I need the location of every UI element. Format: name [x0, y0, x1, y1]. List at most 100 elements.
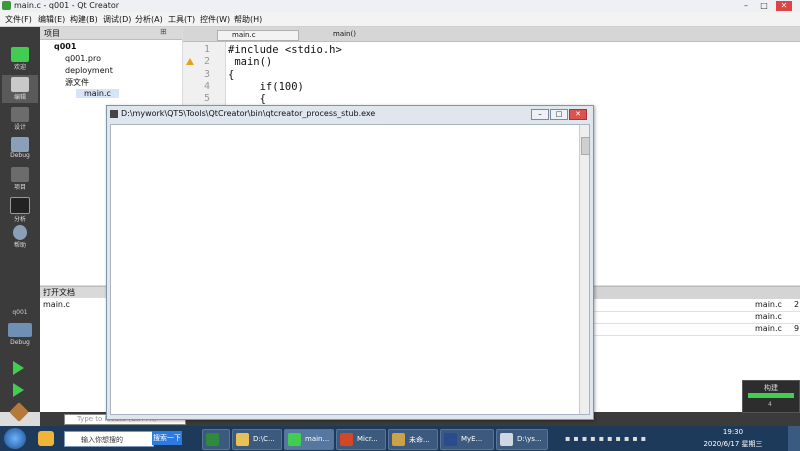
start-button[interactable] — [4, 428, 26, 449]
issue-file: main.c — [755, 324, 782, 333]
show-desktop-button[interactable] — [788, 426, 800, 451]
tree-item-sources[interactable]: 源文件 — [65, 77, 89, 88]
taskbar-item-label: MyE... — [461, 435, 483, 443]
powerpoint-icon — [340, 433, 353, 446]
mode-debug[interactable]: Debug — [2, 135, 38, 163]
mode-analyze[interactable]: 分析 — [2, 195, 38, 223]
kit-config-label: Debug — [10, 339, 30, 346]
tree-item-main-c[interactable]: main.c — [76, 89, 119, 98]
mode-design[interactable]: 设计 — [2, 105, 38, 133]
taskbar-item-excel[interactable] — [202, 429, 230, 450]
maximize-button[interactable]: □ — [756, 1, 772, 11]
tree-item-deployment[interactable]: deployment — [65, 66, 113, 75]
document-tab[interactable]: main.c — [217, 30, 299, 41]
console-close-button[interactable]: ✕ — [569, 109, 587, 120]
taskbar-item-label: Micr... — [357, 435, 378, 443]
menu-tools[interactable]: 工具(T) — [168, 14, 195, 25]
build-label: 构建 — [764, 384, 778, 392]
qt-app-icon — [2, 1, 11, 10]
window-title: main.c - q001 - Qt Creator — [14, 1, 120, 10]
taskbar-item-powerpoint[interactable]: Micr... — [336, 429, 386, 450]
filter-icon[interactable]: ⊞ — [160, 27, 167, 36]
paint-icon — [392, 433, 405, 446]
tree-item-pro[interactable]: q001.pro — [65, 54, 101, 63]
taskbar-item-explorer[interactable]: D:\C... — [232, 429, 282, 450]
issue-file: main.c — [755, 312, 782, 321]
windows-taskbar: 输入你想搜的 搜索一下 D:\C... main... Micr... 未命..… — [0, 426, 800, 451]
mode-label: Debug — [10, 152, 30, 159]
document-tab-label: main.c — [232, 31, 256, 39]
open-document-item[interactable]: main.c — [43, 300, 70, 309]
code-line: { — [228, 68, 235, 81]
line-number: 2 — [203, 56, 210, 68]
console-scrollbar[interactable] — [579, 125, 590, 414]
menu-edit[interactable]: 编辑(E) — [38, 14, 65, 25]
qt-logo-icon — [11, 47, 29, 62]
close-button[interactable]: ✕ — [776, 1, 792, 11]
mode-welcome[interactable]: 欢迎 — [2, 45, 38, 73]
project-panel-title: 项目 — [44, 29, 60, 38]
minimize-button[interactable]: – — [738, 1, 754, 11]
console-maximize-button[interactable]: □ — [550, 109, 568, 120]
debug-run-icon[interactable] — [13, 383, 24, 397]
console-scroll-thumb[interactable] — [581, 137, 590, 155]
menu-build[interactable]: 构建(B) — [70, 14, 98, 25]
menu-help[interactable]: 帮助(H) — [234, 14, 262, 25]
mode-help[interactable]: 帮助 — [2, 223, 38, 251]
excel-icon — [206, 433, 219, 446]
warning-icon[interactable] — [186, 58, 194, 66]
code-line: if(100) — [228, 80, 304, 93]
symbol-selector[interactable]: main() — [333, 30, 356, 38]
mode-label: 设计 — [13, 124, 26, 131]
project-panel-header: 项目 ⊞ — [40, 27, 182, 40]
mode-projects[interactable]: 项目 — [2, 165, 38, 193]
taskbar-search-button[interactable]: 搜索一下 — [152, 431, 182, 445]
build-hammer-icon[interactable] — [9, 402, 29, 422]
qt-icon — [288, 433, 301, 446]
menu-analyze[interactable]: 分析(A) — [135, 14, 163, 25]
code-line: { — [228, 93, 266, 106]
menu-widgets[interactable]: 控件(W) — [200, 14, 230, 25]
open-documents-title: 打开文档 — [43, 288, 75, 297]
taskbar-item-qtcreator[interactable]: main... — [284, 429, 334, 450]
issue-line: 9 — [794, 324, 800, 333]
mode-edit[interactable]: 编辑 — [2, 75, 38, 103]
code-line: #include <stdio.h> — [228, 44, 342, 56]
mode-selector: 欢迎 编辑 设计 Debug 项目 分析 帮助 q001 Debug — [0, 27, 40, 422]
menu-file[interactable]: 文件(F) — [5, 14, 32, 25]
edit-icon — [11, 77, 29, 92]
mode-label: 帮助 — [13, 242, 26, 249]
line-number: 4 — [203, 80, 210, 92]
console-output[interactable] — [110, 124, 590, 415]
clock-date[interactable]: 2020/6/17 星期三 — [700, 439, 766, 449]
system-tray-icons[interactable]: ▪▪▪▪▪▪▪▪▪▪ — [565, 434, 685, 444]
kit-selector-icon[interactable] — [8, 323, 32, 337]
console-minimize-button[interactable]: – — [531, 109, 549, 120]
taskbar-item-paint[interactable]: 未命... — [388, 429, 438, 450]
taskbar-search-field[interactable]: 输入你想搜的 — [64, 431, 154, 447]
line-number: 1 — [203, 44, 210, 55]
menu-debug[interactable]: 调试(D) — [103, 14, 131, 25]
build-progress-widget[interactable]: 构建 4 — [742, 380, 800, 413]
console-window[interactable]: D:\mywork\QT5\Tools\QtCreator\bin\qtcrea… — [106, 105, 594, 420]
project-icon — [11, 167, 29, 182]
run-icon[interactable] — [13, 361, 24, 375]
mode-label: 欢迎 — [13, 64, 26, 71]
clock-time[interactable]: 19:30 — [700, 428, 766, 436]
menu-bar: 文件(F) 编辑(E) 构建(B) 调试(D) 分析(A) 工具(T) 控件(W… — [0, 12, 800, 27]
code-line: main() — [228, 56, 273, 69]
issue-line: 2 — [794, 300, 800, 309]
taskbar-item-console[interactable]: D:\ys... — [496, 429, 548, 450]
browser-pin-icon[interactable] — [38, 431, 54, 446]
taskbar-item-label: D:\C... — [253, 435, 275, 443]
taskbar-item-label: D:\ys... — [517, 435, 542, 443]
design-icon — [11, 107, 29, 122]
taskbar-item-myeclipse[interactable]: MyE... — [440, 429, 494, 450]
tree-item-project[interactable]: q001 — [54, 42, 76, 51]
line-number: 5 — [203, 93, 210, 105]
build-progress-bar — [748, 393, 794, 398]
console-icon — [110, 110, 118, 118]
folder-icon — [236, 433, 249, 446]
help-icon — [13, 225, 27, 240]
console-title: D:\mywork\QT5\Tools\QtCreator\bin\qtcrea… — [121, 109, 376, 118]
